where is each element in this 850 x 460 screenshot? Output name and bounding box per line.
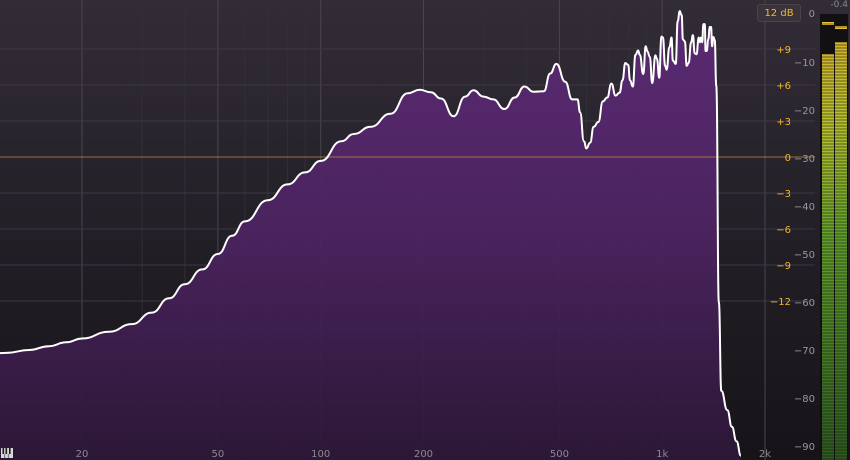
freq-label: 20: [76, 449, 89, 460]
gain-label: −12: [770, 297, 791, 308]
piano-keys-icon[interactable]: [1, 448, 13, 458]
freq-label: 100: [311, 449, 330, 460]
db-label: −70: [794, 346, 815, 357]
gain-label: +3: [776, 117, 791, 128]
db-label: −60: [794, 298, 815, 309]
spectrum-analyzer[interactable]: +9 +6 +3 0 −3 −6 −9 −12 0 −10 −20 −30 −40 −50 −60 −70 −…: [0, 0, 850, 460]
freq-label: 200: [414, 449, 433, 460]
gain-label: −3: [776, 189, 791, 200]
range-12db-button[interactable]: 12 dB: [757, 4, 801, 22]
gain-label: −9: [776, 261, 791, 272]
db-label: 0: [809, 9, 815, 20]
db-label: −20: [794, 106, 815, 117]
db-label: −30: [794, 154, 815, 165]
gain-label: +6: [776, 81, 791, 92]
db-label: −10: [794, 58, 815, 69]
gain-label: 0: [785, 153, 791, 164]
freq-label: 2k: [759, 449, 771, 460]
level-meter: [820, 14, 848, 460]
db-label: −80: [794, 394, 815, 405]
db-label: −90: [794, 442, 815, 453]
db-label: −40: [794, 202, 815, 213]
freq-label: 50: [212, 449, 225, 460]
freq-label: 500: [550, 449, 569, 460]
gain-label: −6: [776, 225, 791, 236]
peak-level-readout: -0.4: [830, 0, 848, 10]
gain-label: +9: [776, 45, 791, 56]
freq-label: 1k: [656, 449, 668, 460]
db-label: −50: [794, 250, 815, 261]
